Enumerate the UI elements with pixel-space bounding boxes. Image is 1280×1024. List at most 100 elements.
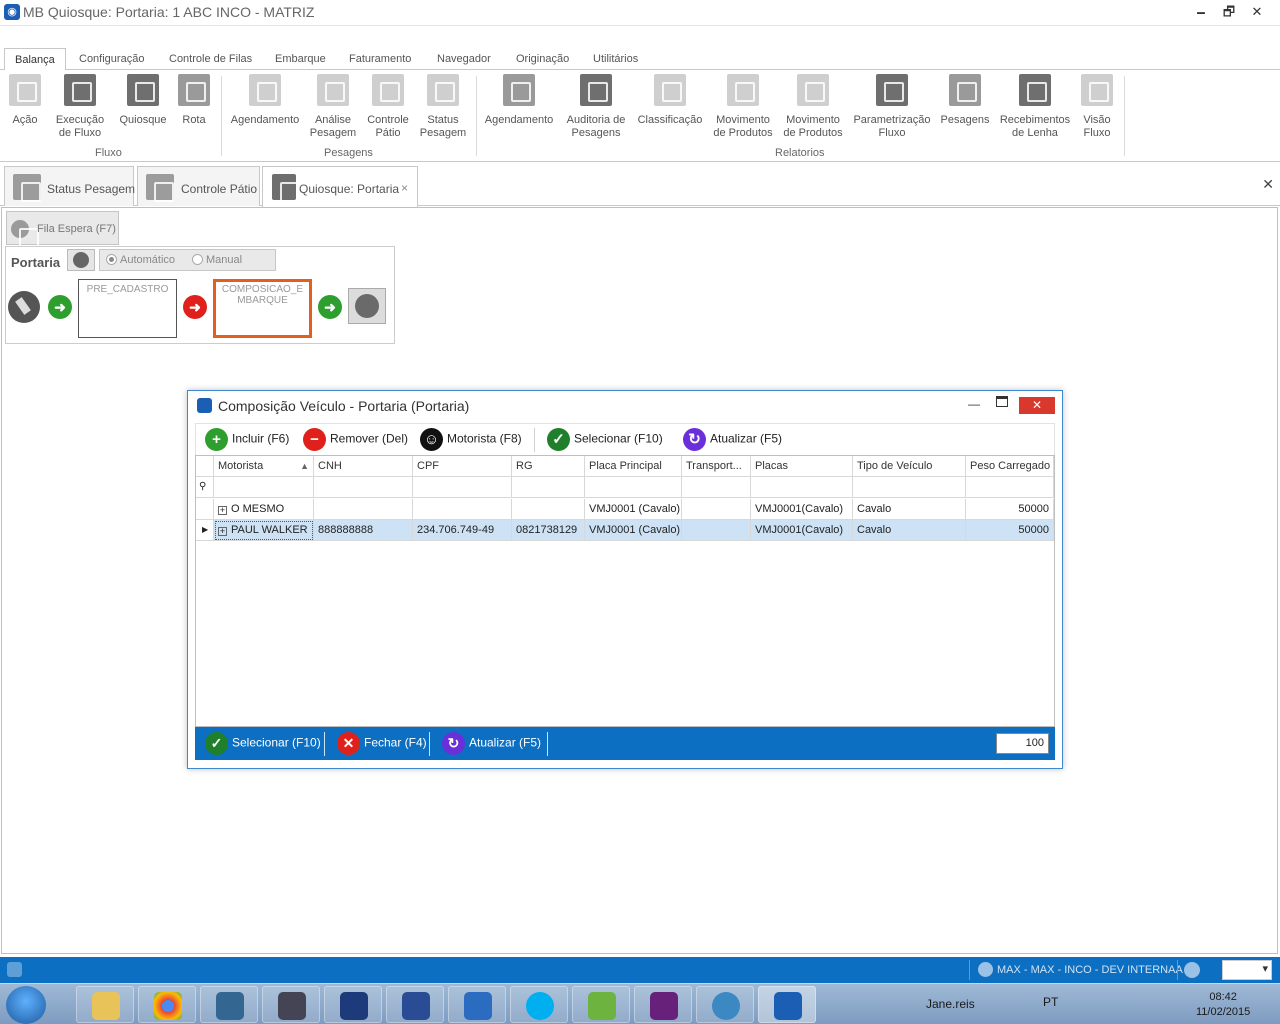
ribbon-pesagens-button[interactable]: Pesagens xyxy=(940,74,990,127)
footer-selecionar-button[interactable]: ✓ Selecionar (F10) xyxy=(205,732,321,756)
dialog-maximize-button[interactable] xyxy=(996,396,1008,407)
ribbon-analise-pesagem-button[interactable]: Análise Pesagem xyxy=(309,74,357,140)
pause-button[interactable] xyxy=(67,249,95,271)
expand-icon[interactable]: + xyxy=(218,506,227,515)
column-header-motorista[interactable]: Motorista ▲ xyxy=(214,456,314,477)
taskbar-chrome[interactable] xyxy=(138,986,196,1023)
table-row[interactable]: + O MESMO VMJ0001 (Cavalo) VMJ0001(Cavalo… xyxy=(196,499,1054,520)
close-tab-icon[interactable]: × xyxy=(401,181,408,195)
tab-originacao[interactable]: Originação xyxy=(510,48,575,70)
composicao-grid[interactable]: Motorista ▲ CNH CPF RG Placa Principal Tr… xyxy=(195,455,1055,727)
taskbar-skype[interactable] xyxy=(510,986,568,1023)
radio-manual[interactable]: Manual xyxy=(192,254,242,266)
column-header-rg[interactable]: RG xyxy=(512,456,585,477)
ribbon-visao-fluxo-button[interactable]: Visão Fluxo xyxy=(1081,74,1113,140)
dialog-title: Composição Veículo - Portaria (Portaria) xyxy=(218,398,470,414)
incluir-button[interactable]: + Incluir (F6) xyxy=(205,428,289,452)
expand-icon[interactable]: + xyxy=(218,527,227,536)
taskbar-app-monitor[interactable] xyxy=(324,986,382,1023)
ribbon-status-pesagem-button[interactable]: Status Pesagem xyxy=(419,74,467,140)
tab-utilitarios[interactable]: Utilitários xyxy=(587,48,644,70)
dialog-minimize-button[interactable]: — xyxy=(968,397,980,411)
atualizar-button[interactable]: ↻ Atualizar (F5) xyxy=(683,428,782,452)
ribbon-quiosque-button[interactable]: Quiosque xyxy=(119,74,167,127)
close-all-tabs-icon[interactable]: ✕ xyxy=(1262,176,1274,193)
footer-atualizar-button[interactable]: ↻ Atualizar (F5) xyxy=(442,732,541,756)
ribbon-classificacao-button[interactable]: Classificação xyxy=(637,74,703,127)
ribbon-rota-button[interactable]: Rota xyxy=(178,74,210,127)
ribbon-relatorio-agendamento-button[interactable]: Agendamento xyxy=(484,74,554,127)
filter-cell[interactable] xyxy=(314,477,413,498)
ribbon-recebimentos-lenha-button[interactable]: Recebimentos de Lenha xyxy=(998,74,1072,140)
fila-espera-button[interactable]: Fila Espera (F7) xyxy=(6,211,119,248)
close-window-button[interactable]: ✕ xyxy=(1244,2,1270,22)
motorista-button[interactable]: ☺ Motorista (F8) xyxy=(420,428,522,452)
filter-cell[interactable] xyxy=(413,477,512,498)
tab-configuracao[interactable]: Configuração xyxy=(73,48,150,70)
column-header-peso-carregado[interactable]: Peso Carregado xyxy=(966,456,1054,477)
doc-tab-controle-patio[interactable]: Controle Pátio xyxy=(137,166,260,206)
tab-navegador[interactable]: Navegador xyxy=(431,48,497,70)
ribbon-auditoria-pesagens-button[interactable]: Auditoria de Pesagens xyxy=(563,74,629,140)
column-header-tipo-veiculo[interactable]: Tipo de Veículo xyxy=(853,456,966,477)
filter-cell[interactable] xyxy=(966,477,1054,498)
filter-cell[interactable] xyxy=(853,477,966,498)
stage-pre-cadastro[interactable]: PRE_CADASTRO xyxy=(78,279,177,338)
ribbon-parametrizacao-fluxo-button[interactable]: Parametrização Fluxo xyxy=(853,74,931,140)
power-button[interactable] xyxy=(348,288,386,324)
cell-peso: 50000 xyxy=(966,520,1054,541)
filter-cell[interactable] xyxy=(682,477,751,498)
stage-composicao-embarque[interactable]: COMPOSICAO_EMBARQUE xyxy=(213,279,312,338)
taskbar-app-network[interactable] xyxy=(572,986,630,1023)
tab-balanca[interactable]: Balança xyxy=(4,48,66,71)
record-limit-input[interactable]: 100 xyxy=(996,733,1049,754)
taskbar-explorer[interactable] xyxy=(76,986,134,1023)
taskbar-visual-studio[interactable] xyxy=(634,986,692,1023)
filter-cell[interactable] xyxy=(585,477,682,498)
ribbon: Ação Execução de Fluxo Quiosque Rota Flu… xyxy=(0,70,1280,162)
tray-clock[interactable]: 08:42 11/02/2015 xyxy=(1196,990,1250,1020)
dialog-close-button[interactable]: ✕ xyxy=(1019,397,1055,414)
taskbar-app-monitor-2[interactable] xyxy=(386,986,444,1023)
start-button[interactable] xyxy=(6,986,46,1024)
column-header-cpf[interactable]: CPF xyxy=(413,456,512,477)
radio-automatico[interactable]: Automático xyxy=(106,254,175,266)
table-row[interactable]: ▶ + PAUL WALKER 888888888 234.706.749-49 … xyxy=(196,520,1054,541)
document-gear-icon xyxy=(1081,74,1113,106)
fila-espera-label: Fila Espera (F7) xyxy=(37,223,116,235)
filter-cell[interactable] xyxy=(214,477,314,498)
status-dropdown[interactable] xyxy=(1222,960,1272,980)
ribbon-acao-button[interactable]: Ação xyxy=(9,74,41,127)
tab-embarque[interactable]: Embarque xyxy=(269,48,332,70)
column-header-transportadora[interactable]: Transport... xyxy=(682,456,751,477)
doc-tab-status-pesagem[interactable]: Status Pesagem xyxy=(4,166,135,206)
ribbon-movimento-produtos-button-1[interactable]: Movimento de Produtos xyxy=(712,74,774,140)
tab-faturamento[interactable]: Faturamento xyxy=(343,48,417,70)
taskbar-postgres[interactable] xyxy=(200,986,258,1023)
taskbar-app-globe[interactable] xyxy=(696,986,754,1023)
tray-language[interactable]: PT xyxy=(1043,995,1058,1009)
filter-cell[interactable] xyxy=(512,477,585,498)
doc-tab-quiosque-portaria[interactable]: Quiosque: Portaria × xyxy=(262,166,418,207)
arrow-right-icon: ➜ xyxy=(318,295,342,319)
ribbon-execucao-fluxo-button[interactable]: Execução de Fluxo xyxy=(50,74,110,140)
ribbon-button-label: Classificação xyxy=(637,114,703,126)
ribbon-controle-patio-button[interactable]: Controle Pátio xyxy=(365,74,411,140)
column-header-placas[interactable]: Placas xyxy=(751,456,853,477)
footer-fechar-button[interactable]: ✕ Fechar (F4) xyxy=(337,732,427,756)
minimize-button[interactable]: 🗕 xyxy=(1188,2,1214,22)
power-icon[interactable] xyxy=(1184,962,1200,978)
selecionar-button[interactable]: ✓ Selecionar (F10) xyxy=(547,428,663,452)
ribbon-agendamento-button[interactable]: Agendamento xyxy=(230,74,300,127)
restore-button[interactable]: 🗗 xyxy=(1216,2,1242,22)
column-header-placa-principal[interactable]: Placa Principal xyxy=(585,456,682,477)
list-icon xyxy=(64,74,96,106)
filter-cell[interactable] xyxy=(751,477,853,498)
ribbon-movimento-produtos-button-2[interactable]: Movimento de Produtos xyxy=(782,74,844,140)
taskbar-mb-quiosque[interactable] xyxy=(758,986,816,1023)
remover-button[interactable]: − Remover (Del) xyxy=(303,428,408,452)
tab-controle-de-filas[interactable]: Controle de Filas xyxy=(163,48,258,70)
taskbar-remote-desktop[interactable] xyxy=(448,986,506,1023)
column-header-cnh[interactable]: CNH xyxy=(314,456,413,477)
taskbar-app-pen[interactable] xyxy=(262,986,320,1023)
